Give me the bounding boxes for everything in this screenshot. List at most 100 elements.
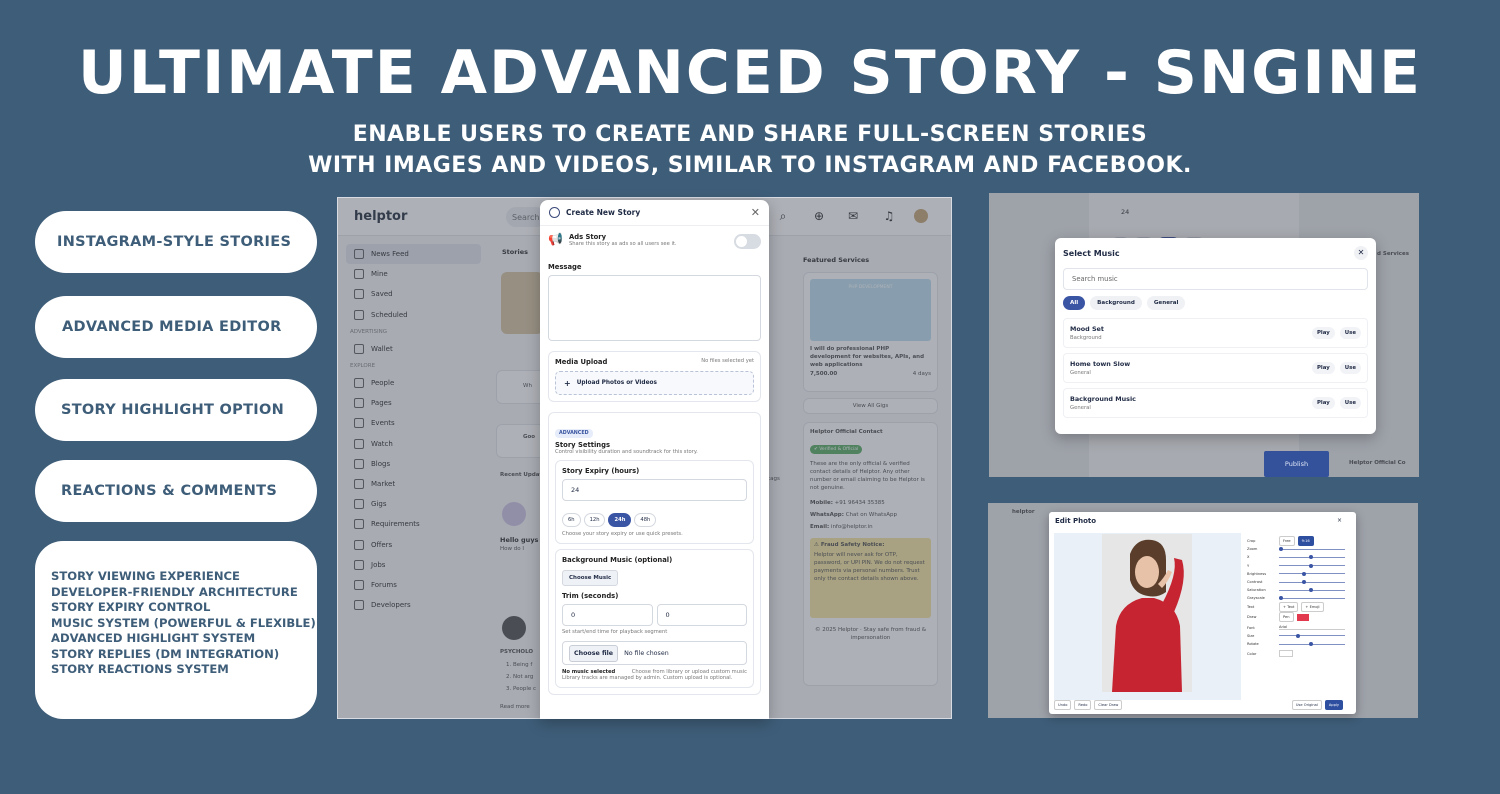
control-label: Font xyxy=(1247,625,1255,630)
feature-pill-highlight: STORY HIGHLIGHT OPTION xyxy=(35,379,317,441)
feature-line: STORY EXPIRY CONTROL xyxy=(51,600,211,614)
file-input[interactable]: Choose file No file chosen xyxy=(562,641,747,665)
close-icon[interactable]: ✕ xyxy=(751,206,760,219)
publish-button[interactable]: Publish xyxy=(1264,451,1329,477)
add-text-button[interactable]: + Text xyxy=(1279,601,1299,612)
close-icon[interactable]: ✕ xyxy=(1354,246,1368,260)
play-button[interactable]: Play xyxy=(1311,327,1335,339)
control-label: Size xyxy=(1247,633,1255,638)
story-settings-help: Control visibility duration and soundtra… xyxy=(555,449,698,455)
editor-controls: Crop Free 9:16 Zoom X Y Brightness Contras… xyxy=(1247,536,1345,659)
track-category: General xyxy=(1070,370,1091,376)
feature-line: STORY REPLIES (DM INTEGRATION) xyxy=(51,646,280,661)
saturation-slider[interactable] xyxy=(1279,588,1345,593)
upload-button[interactable]: + Upload Photos or Videos xyxy=(555,371,754,395)
advanced-badge: ADVANCED xyxy=(555,429,593,438)
track-category: General xyxy=(1070,405,1091,411)
choose-file-button[interactable]: Choose file xyxy=(569,644,619,662)
use-button[interactable]: Use xyxy=(1339,327,1361,339)
brightness-slider[interactable] xyxy=(1279,571,1345,576)
select-music-title: Select Music xyxy=(1063,248,1120,258)
zoom-slider[interactable] xyxy=(1279,547,1345,552)
x-slider[interactable] xyxy=(1279,555,1345,560)
use-button[interactable]: Use xyxy=(1339,362,1361,374)
expiry-chip-6h[interactable]: 6h xyxy=(562,513,581,527)
apply-button[interactable]: Apply xyxy=(1324,700,1343,710)
rotate-slider[interactable] xyxy=(1279,642,1345,647)
crop-916-button[interactable]: 9:16 xyxy=(1297,536,1314,547)
contrast-slider[interactable] xyxy=(1279,580,1345,585)
plus-icon: + xyxy=(564,378,571,388)
story-settings-title: Story Settings xyxy=(555,441,611,449)
trim-help: Set start/end time for playback segment xyxy=(562,629,668,635)
slider-knob[interactable] xyxy=(1308,563,1313,568)
library-help: Library tracks are managed by admin. Cus… xyxy=(562,675,733,681)
music-track: Mood Set Background Play Use xyxy=(1063,318,1368,348)
slider-knob[interactable] xyxy=(1308,555,1313,560)
clear-draw-button[interactable]: Clear Draw xyxy=(1094,700,1123,710)
draw-color-swatch[interactable] xyxy=(1296,613,1309,621)
expiry-chip-48h[interactable]: 48h xyxy=(634,513,657,527)
trim-start-input[interactable]: 0 xyxy=(562,604,653,626)
expiry-input[interactable]: 24 xyxy=(562,479,747,501)
track-category: Background xyxy=(1070,335,1102,341)
expiry-chip-24h[interactable]: 24h xyxy=(608,513,632,527)
slider-knob[interactable] xyxy=(1295,633,1300,638)
feature-line: DEVELOPER-FRIENDLY ARCHITECTURE xyxy=(51,584,298,599)
portrait-photo xyxy=(1102,534,1192,692)
slider-knob[interactable] xyxy=(1308,588,1313,593)
redo-button[interactable]: Redo xyxy=(1074,700,1092,710)
message-textarea[interactable] xyxy=(548,275,761,341)
crop-free-button[interactable]: Free xyxy=(1279,536,1295,547)
close-icon[interactable]: × xyxy=(1337,517,1342,524)
slider-knob[interactable] xyxy=(1308,642,1313,647)
music-search-input[interactable]: Search music xyxy=(1063,268,1368,290)
control-label: Grayscale xyxy=(1247,596,1265,601)
add-emoji-button[interactable]: + Emoji xyxy=(1301,601,1324,612)
slider-knob[interactable] xyxy=(1279,596,1283,601)
ads-story-toggle[interactable] xyxy=(734,234,761,249)
music-section: Background Music (optional) Choose Music… xyxy=(555,549,754,688)
file-status: No file chosen xyxy=(624,649,669,657)
feature-pill-media-editor: ADVANCED MEDIA EDITOR xyxy=(35,296,317,358)
use-button[interactable]: Use xyxy=(1339,397,1361,409)
music-filter-general[interactable]: General xyxy=(1146,296,1186,310)
pen-button[interactable]: Pen xyxy=(1279,612,1294,623)
text-color-swatch[interactable] xyxy=(1279,650,1293,658)
music-label: Background Music (optional) xyxy=(562,556,673,564)
edit-photo-modal: Edit Photo × Crop Free 9:16 Zoom X Y Brigh… xyxy=(1049,512,1356,714)
upload-button-label: Upload Photos or Videos xyxy=(576,380,657,386)
music-track: Home town Slow General Play Use xyxy=(1063,353,1368,383)
slider-knob[interactable] xyxy=(1279,547,1283,552)
font-select[interactable]: Arial xyxy=(1279,625,1345,631)
editor-footer: Undo Redo Clear Draw Use Original Apply xyxy=(1054,700,1346,710)
music-filter-all[interactable]: All xyxy=(1063,296,1086,310)
slider-knob[interactable] xyxy=(1302,571,1307,576)
play-button[interactable]: Play xyxy=(1311,397,1335,409)
choose-music-button[interactable]: Choose Music xyxy=(562,570,619,586)
feature-line: STORY REACTIONS SYSTEM xyxy=(51,662,229,676)
control-label: Text xyxy=(1247,604,1255,609)
grayscale-slider[interactable] xyxy=(1279,596,1345,601)
play-button[interactable]: Play xyxy=(1311,362,1335,374)
control-label: X xyxy=(1247,555,1250,560)
slider-knob[interactable] xyxy=(1302,580,1307,585)
music-filter-background[interactable]: Background xyxy=(1090,296,1142,310)
photo-canvas[interactable] xyxy=(1054,533,1241,700)
use-original-button[interactable]: Use Original xyxy=(1291,700,1322,710)
expiry-section: Story Expiry (hours) 24 6h 12h 24h 48h Choo… xyxy=(555,460,754,544)
trim-end-input[interactable]: 0 xyxy=(656,604,747,626)
feature-list-box: STORY VIEWING EXPERIENCE DEVELOPER-FRIEN… xyxy=(35,541,317,719)
expiry-chip-12h[interactable]: 12h xyxy=(583,513,606,527)
control-label: Contrast xyxy=(1247,580,1263,585)
ads-story-label: Ads Story xyxy=(568,233,607,241)
y-slider[interactable] xyxy=(1279,563,1345,568)
control-label: Crop xyxy=(1247,539,1256,544)
size-slider[interactable] xyxy=(1279,633,1345,638)
music-track: Background Music General Play Use xyxy=(1063,388,1368,418)
undo-button[interactable]: Undo xyxy=(1054,700,1072,710)
feature-line: STORY VIEWING EXPERIENCE xyxy=(51,569,240,583)
modal-title: Create New Story xyxy=(566,208,641,217)
expiry-label: Story Expiry (hours) xyxy=(562,467,640,475)
story-icon xyxy=(549,207,560,218)
